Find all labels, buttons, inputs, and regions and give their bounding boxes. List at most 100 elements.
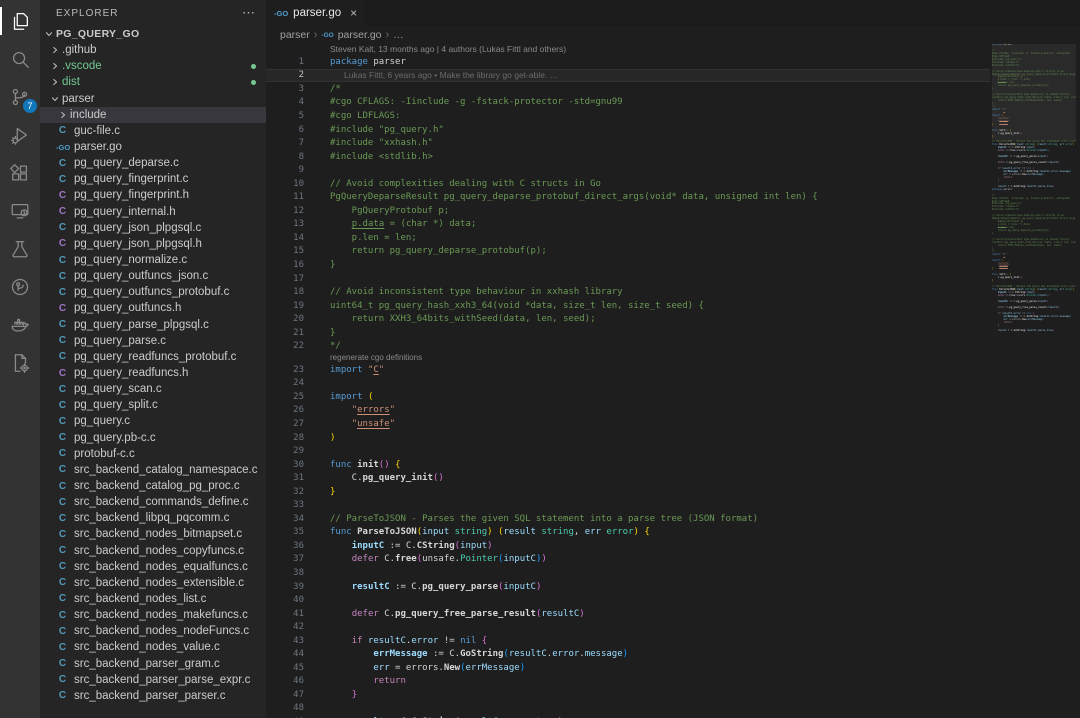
code-line-48[interactable]: 48 [266,702,990,716]
tree-item--github[interactable]: .github [40,42,266,58]
code-line-23[interactable]: 23import "C" [266,363,990,377]
tree-item-pg-query-fingerprint-c[interactable]: Cpg_query_fingerprint.c [40,171,266,187]
file-gear-icon[interactable] [0,344,40,382]
code-line-20[interactable]: 20 return XXH3_64bits_withSeed(data, len… [266,312,990,326]
testing-icon[interactable] [0,230,40,268]
code-line-46[interactable]: 46 return [266,675,990,689]
tree-item-include[interactable]: include [40,107,266,123]
run-debug-icon[interactable] [0,116,40,154]
code-line-10[interactable]: 10// Avoid complexities dealing with C s… [266,177,990,191]
code-line-5[interactable]: 5#cgo LDFLAGS: [266,109,990,123]
code-line-11[interactable]: 11PgQueryDeparseResult pg_query_deparse_… [266,190,990,204]
code-line-8[interactable]: 8#include <stdlib.h> [266,150,990,164]
code-line-34[interactable]: 34// ParseToJSON - Parses the given SQL … [266,512,990,526]
tree-item-parser-go[interactable]: ‑GOparser.go [40,139,266,155]
code-line-6[interactable]: 6#include "pg_query.h" [266,123,990,137]
code-line-44[interactable]: 44 errMessage := C.GoString(resultC.erro… [266,648,990,662]
close-icon[interactable]: × [350,6,357,20]
tree-item-pg-query-scan-c[interactable]: Cpg_query_scan.c [40,381,266,397]
code-line-18[interactable]: 18// Avoid inconsistent type behaviour i… [266,285,990,299]
tree-item-pg-query-json-plpgsql-c[interactable]: Cpg_query_json_plpgsql.c [40,220,266,236]
breadcrumb-folder[interactable]: parser [280,29,310,41]
explorer-icon[interactable] [0,2,40,40]
code-line-47[interactable]: 47 } [266,688,990,702]
tree-item-src-backend-nodes-makefuncs-c[interactable]: Csrc_backend_nodes_makefuncs.c [40,607,266,623]
code-line-42[interactable]: 42 [266,620,990,634]
code-line-29[interactable]: 29 [266,444,990,458]
code-line-25[interactable]: 25import ( [266,390,990,404]
code-line-13[interactable]: 13 p.data = (char *) data; [266,218,990,232]
code-line-40[interactable]: 40 [266,593,990,607]
code-line-15[interactable]: 15 return pg_query_deparse_protobuf(p); [266,245,990,259]
code-line-19[interactable]: 19uint64_t pg_query_hash_xxh3_64(void *d… [266,299,990,313]
code-line-31[interactable]: 31 C.pg_query_init() [266,471,990,485]
minimap[interactable]: package parser /*#cgo CFLAGS: -Iinclude … [992,44,1076,718]
tree-item-parser[interactable]: parser [40,91,266,107]
gitlens-icon[interactable] [0,268,40,306]
extensions-icon[interactable] [0,154,40,192]
tree-item-src-backend-libpq-pqcomm-c[interactable]: Csrc_backend_libpq_pqcomm.c [40,510,266,526]
tree-item-src-backend-nodes-equalfuncs-c[interactable]: Csrc_backend_nodes_equalfuncs.c [40,559,266,575]
tree-item-pg-query-fingerprint-h[interactable]: Cpg_query_fingerprint.h [40,187,266,203]
code-line-26[interactable]: 26 "errors" [266,404,990,418]
code-line-30[interactable]: 30func init() { [266,458,990,472]
breadcrumb-file[interactable]: parser.go [338,29,382,41]
code-line-4[interactable]: 4#cgo CFLAGS: -Iinclude -g -fstack-prote… [266,96,990,110]
tree-item-pg-query-outfuncs-h[interactable]: Cpg_query_outfuncs.h [40,300,266,316]
source-control-icon[interactable]: 7 [0,78,40,116]
code-line-28[interactable]: 28) [266,431,990,445]
tree-item-pg-query-c[interactable]: Cpg_query.c [40,413,266,429]
tree-item-pg-query-normalize-c[interactable]: Cpg_query_normalize.c [40,252,266,268]
blame-codelens[interactable]: Steven Kalt, 13 months ago | 4 authors (… [266,44,990,55]
code-line-3[interactable]: 3/* [266,82,990,96]
code-line-9[interactable]: 9 [266,163,990,177]
code-line-1[interactable]: 1package parser [266,55,990,69]
tree-item-pg-query-outfuncs-json-c[interactable]: Cpg_query_outfuncs_json.c [40,268,266,284]
code-line-7[interactable]: 7#include "xxhash.h" [266,136,990,150]
code-line-12[interactable]: 12 PgQueryProtobuf p; [266,204,990,218]
tree-item-pg-query-readfuncs-h[interactable]: Cpg_query_readfuncs.h [40,365,266,381]
tree-item-pg-query-json-plpgsql-h[interactable]: Cpg_query_json_plpgsql.h [40,236,266,252]
tree-item-pg-query-pb-c-c[interactable]: Cpg_query.pb-c.c [40,430,266,446]
tree-item-src-backend-parser-parser-c[interactable]: Csrc_backend_parser_parser.c [40,688,266,704]
tree-item-src-backend-catalog-namespace-c[interactable]: Csrc_backend_catalog_namespace.c [40,462,266,478]
tree-item-src-backend-commands-define-c[interactable]: Csrc_backend_commands_define.c [40,494,266,510]
code-line-17[interactable]: 17 [266,272,990,286]
docker-icon[interactable] [0,306,40,344]
tree-item-src-backend-parser-gram-c[interactable]: Csrc_backend_parser_gram.c [40,655,266,671]
code-line-16[interactable]: 16} [266,258,990,272]
code-line-39[interactable]: 39 resultC := C.pg_query_parse(inputC) [266,580,990,594]
code-line-43[interactable]: 43 if resultC.error != nil { [266,634,990,648]
tree-item-pg-query-split-c[interactable]: Cpg_query_split.c [40,397,266,413]
tree-item-src-backend-nodes-list-c[interactable]: Csrc_backend_nodes_list.c [40,591,266,607]
code-line-33[interactable]: 33 [266,499,990,513]
code-line-32[interactable]: 32} [266,485,990,499]
tree-item-src-backend-nodes-copyfuncs-c[interactable]: Csrc_backend_nodes_copyfuncs.c [40,543,266,559]
code-line-41[interactable]: 41 defer C.pg_query_free_parse_result(re… [266,607,990,621]
tree-root-pg-query-go[interactable]: PG_QUERY_GO [40,26,266,42]
tree-item-pg-query-deparse-c[interactable]: Cpg_query_deparse.c [40,155,266,171]
more-actions-icon[interactable]: ⋯ [242,5,256,21]
tree-item-protobuf-c-c[interactable]: Cprotobuf-c.c [40,446,266,462]
breadcrumb-symbol[interactable]: … [393,29,404,41]
code-line-45[interactable]: 45 err = errors.New(errMessage) [266,661,990,675]
tree-item-dist[interactable]: dist [40,74,266,90]
tree-item-pg-query-parse-c[interactable]: Cpg_query_parse.c [40,333,266,349]
code-line-24[interactable]: 24 [266,377,990,391]
tree-item-src-backend-nodes-nodefuncs-c[interactable]: Csrc_backend_nodes_nodeFuncs.c [40,623,266,639]
code-line-38[interactable]: 38 [266,566,990,580]
tree-item-src-backend-nodes-bitmapset-c[interactable]: Csrc_backend_nodes_bitmapset.c [40,526,266,542]
tree-item-src-backend-parser-parse-expr-c[interactable]: Csrc_backend_parser_parse_expr.c [40,672,266,688]
tree-item-src-backend-catalog-pg-proc-c[interactable]: Csrc_backend_catalog_pg_proc.c [40,478,266,494]
tree-item-src-backend-nodes-value-c[interactable]: Csrc_backend_nodes_value.c [40,639,266,655]
code-line-37[interactable]: 37 defer C.free(unsafe.Pointer(inputC)) [266,553,990,567]
code-line-36[interactable]: 36 inputC := C.CString(input) [266,539,990,553]
tree-item-pg-query-parse-plpgsql-c[interactable]: Cpg_query_parse_plpgsql.c [40,317,266,333]
code-line-21[interactable]: 21} [266,326,990,340]
code-line-2[interactable]: 2Lukas Fittl, 6 years ago • Make the lib… [266,69,990,83]
tree-item--vscode[interactable]: .vscode [40,58,266,74]
code-line-22[interactable]: 22*/ [266,339,990,353]
codelens-link[interactable]: regenerate cgo definitions [266,353,990,363]
tree-item-pg-query-outfuncs-protobuf-c[interactable]: Cpg_query_outfuncs_protobuf.c [40,284,266,300]
search-icon[interactable] [0,40,40,78]
